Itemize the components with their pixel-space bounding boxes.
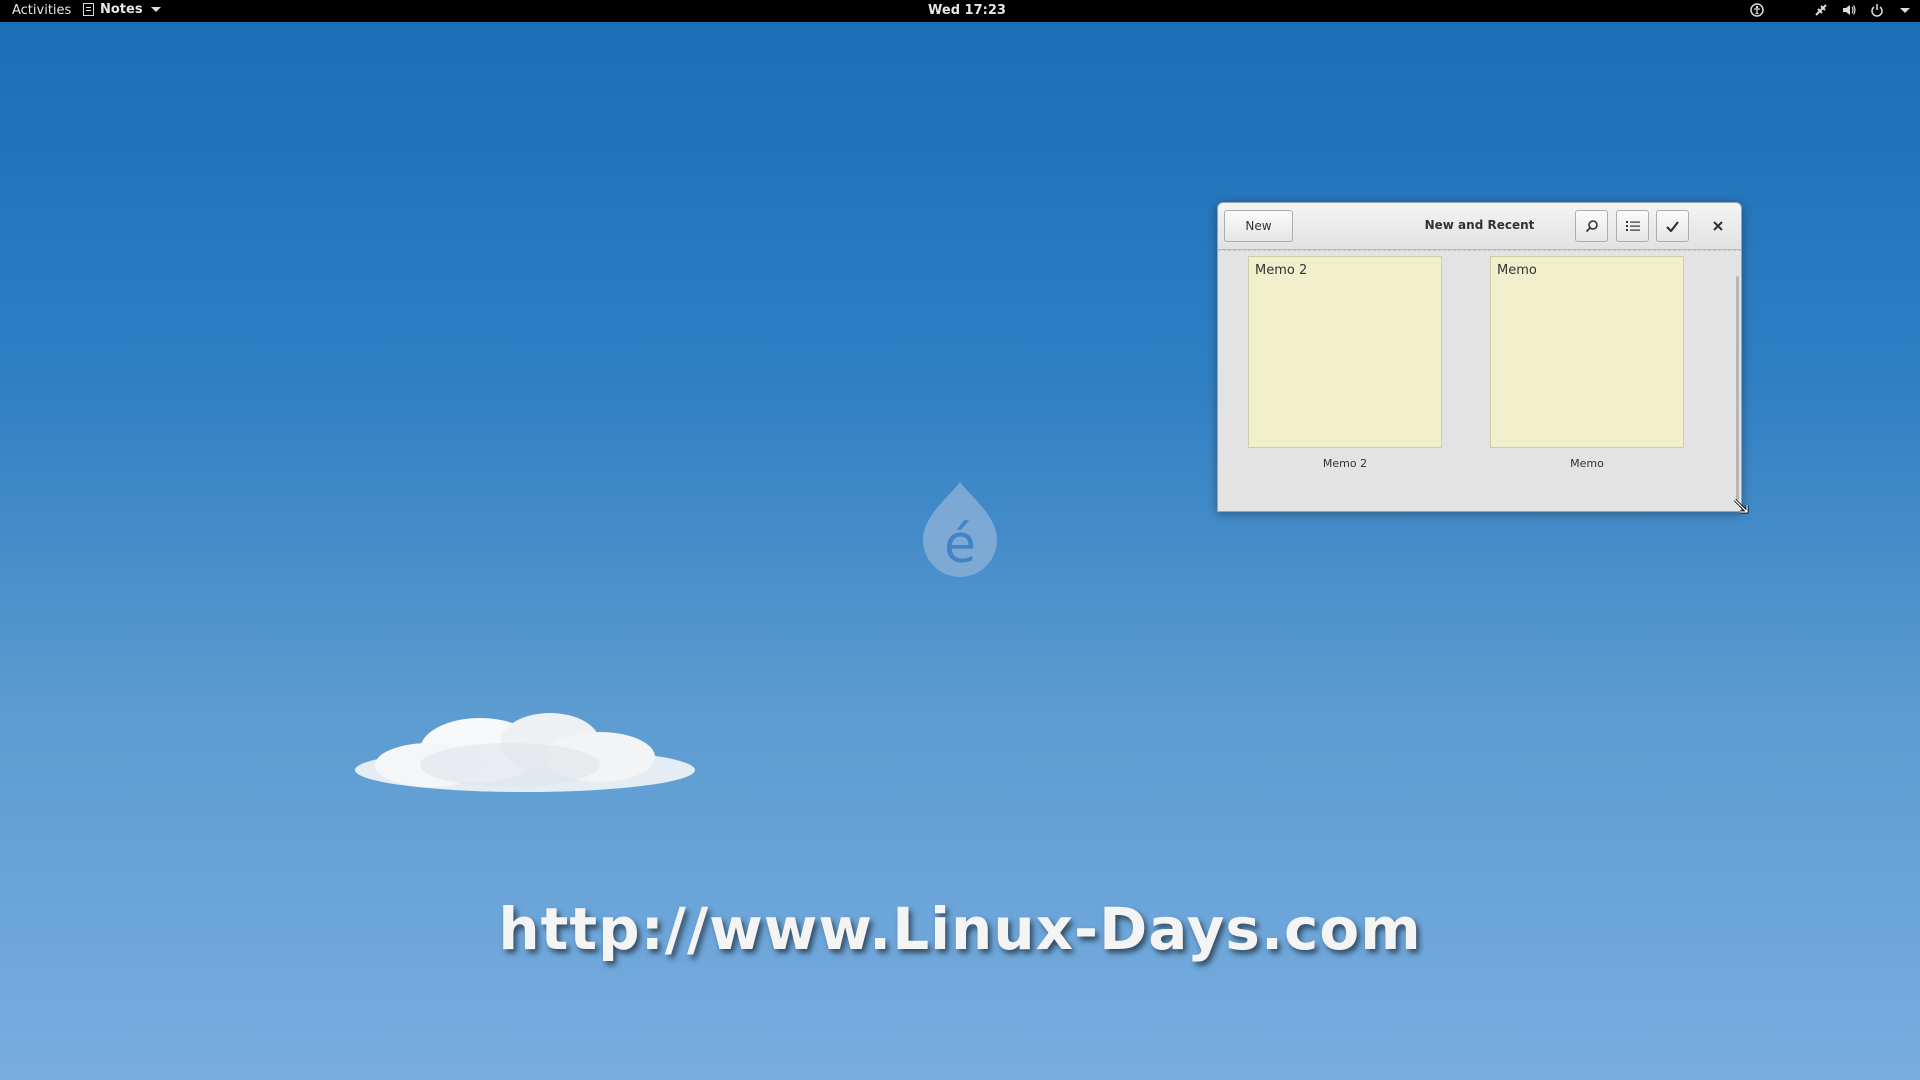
app-menu[interactable]: Notes [83, 2, 161, 17]
volume-icon[interactable] [1842, 3, 1856, 17]
power-icon[interactable] [1870, 3, 1884, 17]
close-icon [1713, 221, 1723, 231]
cloud-image [355, 713, 695, 792]
note-caption: Memo 2 [1322, 457, 1368, 470]
note-card[interactable]: Memo 2 [1248, 256, 1442, 448]
chevron-down-icon [150, 7, 161, 12]
close-button[interactable] [1706, 215, 1730, 237]
watermark-text: http://www.Linux-Days.com [498, 895, 1422, 963]
network-icon[interactable] [1814, 3, 1828, 17]
system-tray [1750, 3, 1910, 17]
search-icon [1585, 220, 1598, 233]
svg-text:é: é [944, 515, 976, 575]
header-bar: New New and Recent [1218, 203, 1741, 250]
distro-logo-icon: é [923, 482, 997, 577]
notes-window: New New and Recent Memo 2 Memo 2 Memo Me… [1217, 202, 1742, 512]
note-caption: Memo [1570, 457, 1604, 470]
activities-button[interactable]: Activities [12, 3, 71, 18]
top-bar: Activities Notes Wed 17:23 [0, 0, 1920, 22]
resize-cursor-icon [1733, 498, 1749, 514]
list-view-icon [1625, 221, 1640, 231]
scrollbar[interactable] [1736, 276, 1739, 501]
selection-mode-button[interactable] [1656, 210, 1689, 242]
accessibility-icon[interactable] [1750, 3, 1764, 17]
note-card[interactable]: Memo [1490, 256, 1684, 448]
search-button[interactable] [1575, 210, 1608, 242]
notes-app-icon [83, 3, 94, 16]
notes-grid: Memo 2 Memo 2 Memo Memo [1218, 250, 1741, 511]
note-tile[interactable]: Memo Memo [1490, 256, 1684, 470]
list-view-button[interactable] [1616, 210, 1649, 242]
system-menu-chevron-icon[interactable] [1900, 7, 1910, 13]
app-menu-label: Notes [100, 2, 143, 17]
clock[interactable]: Wed 17:23 [928, 3, 1006, 18]
note-tile[interactable]: Memo 2 Memo 2 [1248, 256, 1442, 470]
checkmark-icon [1666, 220, 1679, 232]
